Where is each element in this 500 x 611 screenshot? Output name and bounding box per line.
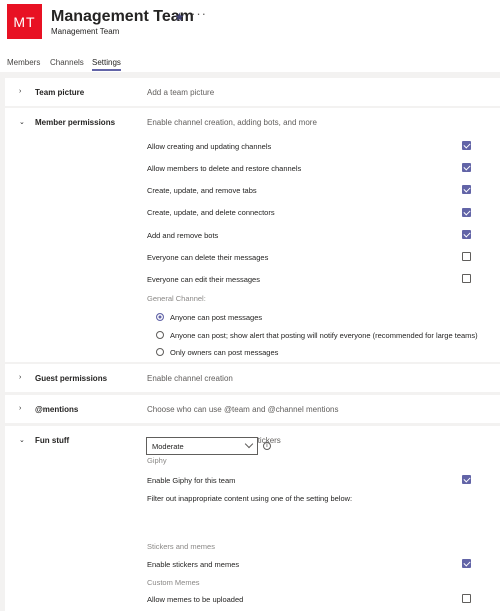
radio-owners-only[interactable] — [156, 348, 164, 356]
chevron-right-icon[interactable]: › — [19, 405, 21, 412]
section-title[interactable]: Fun stuff — [35, 436, 69, 445]
avatar[interactable]: MT — [7, 4, 42, 39]
general-channel-label: General Channel: — [147, 294, 206, 303]
chevron-down-icon[interactable]: ⌄ — [19, 118, 25, 126]
checkbox-delete-messages[interactable] — [462, 252, 471, 261]
radio-post-with-alert[interactable] — [156, 331, 164, 339]
section-description: Enable channel creation, adding bots, an… — [147, 118, 317, 127]
checkbox-delete-channels[interactable] — [462, 163, 471, 172]
permission-label: Everyone can delete their messages — [147, 253, 269, 262]
permission-label: Create, update, and delete connectors — [147, 208, 275, 217]
content-filter-select[interactable]: Moderate — [146, 437, 258, 455]
section-description: Choose who can use @team and @channel me… — [147, 405, 339, 414]
checkbox-enable-stickers[interactable] — [462, 559, 471, 568]
radio-label: Anyone can post messages — [170, 313, 263, 322]
chevron-down-icon — [244, 439, 254, 449]
checkbox-edit-messages[interactable] — [462, 274, 471, 283]
page-title: Management Team — [51, 8, 194, 25]
permission-label: Allow creating and updating channels — [147, 142, 272, 151]
permission-label: Everyone can edit their messages — [147, 275, 260, 284]
checkbox-bots[interactable] — [462, 230, 471, 239]
section-title: @mentions — [35, 405, 79, 414]
star-icon[interactable]: ★ — [174, 10, 185, 24]
tab-channels[interactable]: Channels — [50, 58, 84, 69]
enable-stickers-label: Enable stickers and memes — [147, 560, 240, 569]
checkbox-creating-channels[interactable] — [462, 141, 471, 150]
settings-content: › Team picture Add a team picture ⌄ Memb… — [0, 72, 500, 611]
section-title[interactable]: Member permissions — [35, 118, 115, 127]
giphy-label: Giphy — [147, 456, 167, 465]
allow-memes-label: Allow memes to be uploaded — [147, 595, 244, 604]
team-subtitle: Management Team — [51, 27, 120, 36]
tab-members[interactable]: Members — [7, 58, 40, 69]
checkbox-connectors[interactable] — [462, 208, 471, 217]
section-title: Guest permissions — [35, 374, 108, 383]
radio-anyone-post[interactable] — [156, 313, 164, 321]
section-description: Add a team picture — [147, 88, 215, 97]
permission-label: Allow members to delete and restore chan… — [147, 164, 302, 173]
chevron-down-icon[interactable]: ⌄ — [19, 436, 25, 444]
radio-label: Anyone can post; show alert that posting… — [170, 331, 478, 340]
tab-settings[interactable]: Settings — [92, 58, 121, 71]
team-header: MT Management Team ★ ··· Management Team… — [0, 0, 500, 72]
enable-giphy-label: Enable Giphy for this team — [147, 476, 236, 485]
tab-bar: Members Channels Settings — [0, 58, 500, 72]
radio-label: Only owners can post messages — [170, 348, 279, 357]
section-guest-permissions[interactable]: › Guest permissions Enable channel creat… — [5, 364, 500, 392]
more-options-icon[interactable]: ··· — [191, 6, 207, 21]
chevron-right-icon[interactable]: › — [19, 88, 21, 95]
checkbox-allow-memes[interactable] — [462, 594, 471, 603]
custom-memes-label: Custom Memes — [147, 578, 200, 587]
chevron-right-icon[interactable]: › — [19, 374, 21, 381]
section-title: Team picture — [35, 88, 85, 97]
filter-label: Filter out inappropriate content using o… — [147, 494, 353, 503]
section-member-permissions: ⌄ Member permissions Enable channel crea… — [5, 108, 500, 362]
select-value: Moderate — [152, 442, 184, 451]
section-team-picture[interactable]: › Team picture Add a team picture — [5, 78, 500, 106]
stickers-label: Stickers and memes — [147, 542, 215, 551]
permission-label: Create, update, and remove tabs — [147, 186, 257, 195]
permission-label: Add and remove bots — [147, 231, 219, 240]
section-mentions[interactable]: › @mentions Choose who can use @team and… — [5, 395, 500, 423]
info-icon[interactable]: i — [263, 442, 271, 450]
section-description: Enable channel creation — [147, 374, 233, 383]
checkbox-enable-giphy[interactable] — [462, 475, 471, 484]
checkbox-tabs[interactable] — [462, 185, 471, 194]
